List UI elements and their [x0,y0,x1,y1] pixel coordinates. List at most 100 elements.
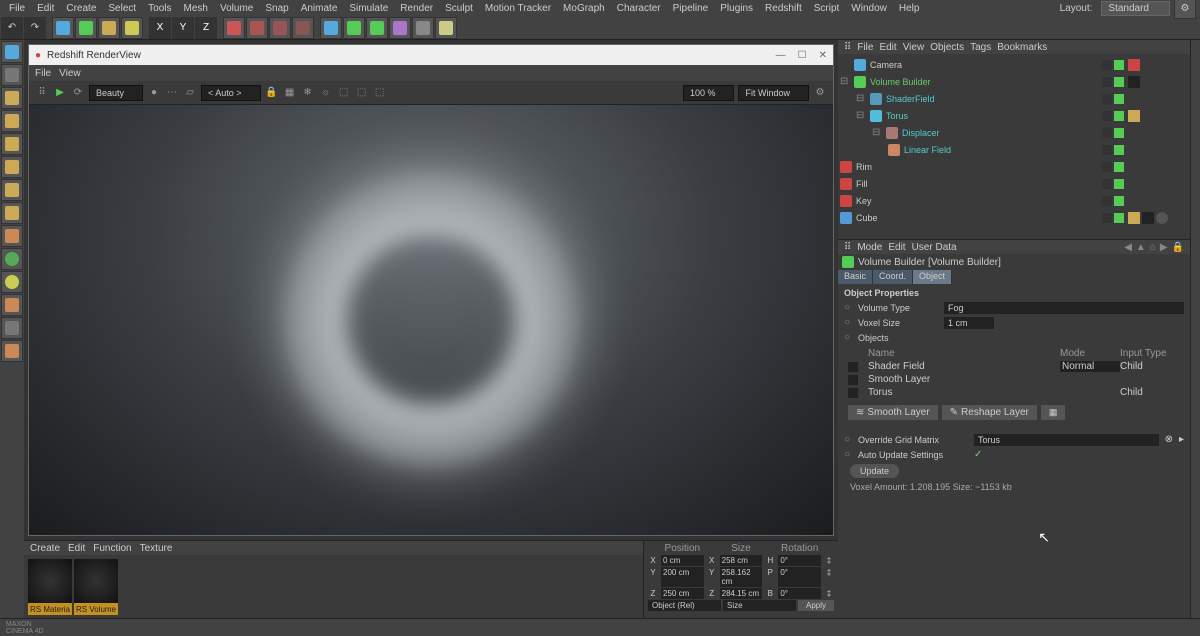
zoom-dropdown[interactable]: 100 % [683,85,735,101]
visibility-toggle[interactable] [1102,196,1112,206]
rot-b-input[interactable]: 0° [778,588,821,599]
expand-icon[interactable]: ⊟ [840,76,850,87]
tag-icon[interactable] [1142,212,1154,224]
save1-icon[interactable]: ⬚ [337,86,351,100]
menu-mograph[interactable]: MoGraph [558,3,610,14]
om-menu-view[interactable]: View [903,42,925,53]
home-icon[interactable]: ⌂ [1150,242,1156,253]
spinner-icon[interactable]: ‡ [822,588,836,599]
om-menu-file[interactable]: File [857,42,873,53]
render-toggle[interactable] [1114,179,1124,189]
back-icon[interactable]: ◀ [1124,242,1132,253]
rv-grip-icon[interactable]: ⠿ [35,86,49,100]
render-toggle[interactable] [1114,145,1124,155]
aov-dropdown[interactable]: Beauty [89,85,143,101]
material-rs-volume[interactable]: RS Volume [74,559,118,615]
menu-plugins[interactable]: Plugins [715,3,758,14]
smooth-layer-button[interactable]: ≋Smooth Layer [848,405,938,420]
refresh-icon[interactable]: ⟳ [71,86,85,100]
volume-type-dropdown[interactable]: Fog [944,302,1184,314]
obj-row-name[interactable]: Smooth Layer [868,374,1060,385]
tree-row-torus[interactable]: ⊟Torus [840,107,1188,124]
obj-row-name[interactable]: Shader Field [868,361,1060,372]
tree-row-camera[interactable]: Camera [840,56,1188,73]
uv-edge-icon[interactable] [1,156,23,178]
obj-row-mode[interactable]: Normal [1060,361,1120,372]
dots-icon[interactable]: ⋯ [165,86,179,100]
render-toggle[interactable] [1114,111,1124,121]
om-menu-edit[interactable]: Edit [879,42,896,53]
scale-tool-icon[interactable] [98,17,120,39]
voxel-size-input[interactable]: 1 cm [944,317,994,329]
uv-point-icon[interactable] [1,179,23,201]
workplane-icon[interactable] [1,248,23,270]
tag-icon[interactable] [1128,212,1140,224]
sun-icon[interactable]: ☼ [319,86,333,100]
size-x-input[interactable]: 258 cm [720,555,763,566]
visibility-toggle[interactable] [1102,111,1112,121]
edge-mode-icon[interactable] [1,110,23,132]
tree-row-key[interactable]: Key [840,192,1188,209]
visibility-toggle[interactable] [1102,128,1112,138]
visibility-toggle[interactable] [1102,77,1112,87]
tree-row-displacer[interactable]: ⊟Displacer [840,124,1188,141]
render-toggle[interactable] [1114,196,1124,206]
material-rs-materia[interactable]: RS Materia [28,559,72,615]
om-menu-bookmarks[interactable]: Bookmarks [997,42,1047,53]
move-tool-icon[interactable] [75,17,97,39]
om-menu-objects[interactable]: Objects [930,42,964,53]
maximize-icon[interactable]: ☐ [798,50,807,61]
layer-extra-button[interactable]: ▦ [1041,405,1066,420]
redo-icon[interactable]: ↷ [24,17,46,39]
visibility-toggle[interactable] [1102,179,1112,189]
layout-dropdown[interactable]: Standard [1101,1,1170,16]
snap-toggle-icon[interactable] [1,225,23,247]
auto-update-checkbox[interactable]: ✓ [974,449,982,460]
auto-dropdown[interactable]: < Auto > [201,85,261,101]
visibility-toggle[interactable] [1102,145,1112,155]
menu-sculpt[interactable]: Sculpt [440,3,478,14]
am-menu-edit[interactable]: Edit [888,242,905,253]
spinner-icon[interactable]: ‡ [822,567,836,587]
apply-button[interactable]: Apply [798,600,834,611]
render-toggle[interactable] [1114,77,1124,87]
rot-p-input[interactable]: 0° [778,567,821,587]
render-toggle[interactable] [1114,60,1124,70]
tag-icon[interactable] [1128,110,1140,122]
render-queue-icon[interactable] [292,17,314,39]
object-tree[interactable]: Camera⊟Volume Builder⊟ShaderField⊟Torus⊟… [838,54,1190,228]
reshape-layer-button[interactable]: ✎Reshape Layer [942,405,1037,420]
tab-object[interactable]: Object [913,270,952,284]
expand-icon[interactable]: ⊟ [872,127,882,138]
render-toggle[interactable] [1114,94,1124,104]
visibility-toggle[interactable] [1102,94,1112,104]
layout-config-icon[interactable]: ⚙ [1174,0,1196,19]
visibility-toggle[interactable] [1102,162,1112,172]
picture-viewer-icon[interactable] [269,17,291,39]
mat-menu-texture[interactable]: Texture [140,543,173,554]
mat-menu-function[interactable]: Function [93,543,131,554]
om-menu-tags[interactable]: Tags [970,42,991,53]
menu-simulate[interactable]: Simulate [344,3,393,14]
menu-animate[interactable]: Animate [296,3,343,14]
tree-row-fill[interactable]: Fill [840,175,1188,192]
visibility-toggle[interactable] [1102,60,1112,70]
model-mode-icon[interactable] [1,41,23,63]
tag-icon[interactable] [1128,76,1140,88]
rot-h-input[interactable]: 0° [778,555,821,566]
deformer-icon[interactable] [389,17,411,39]
generator-icon[interactable] [366,17,388,39]
minimize-icon[interactable]: — [776,50,786,61]
obj-row-name[interactable]: Torus [868,387,1060,398]
menu-motiontracker[interactable]: Motion Tracker [480,3,556,14]
grip-icon[interactable]: ⠿ [844,242,851,253]
menu-window[interactable]: Window [846,3,892,14]
am-menu-userdata[interactable]: User Data [912,242,957,253]
crop-icon[interactable]: ▱ [183,86,197,100]
size-mode-dropdown[interactable]: Size [723,600,796,611]
render-toggle[interactable] [1114,213,1124,223]
mat-menu-create[interactable]: Create [30,543,60,554]
pos-x-input[interactable]: 0 cm [661,555,704,566]
expand-icon[interactable]: ⊟ [856,110,866,121]
grip-icon[interactable]: ⠿ [844,42,851,53]
